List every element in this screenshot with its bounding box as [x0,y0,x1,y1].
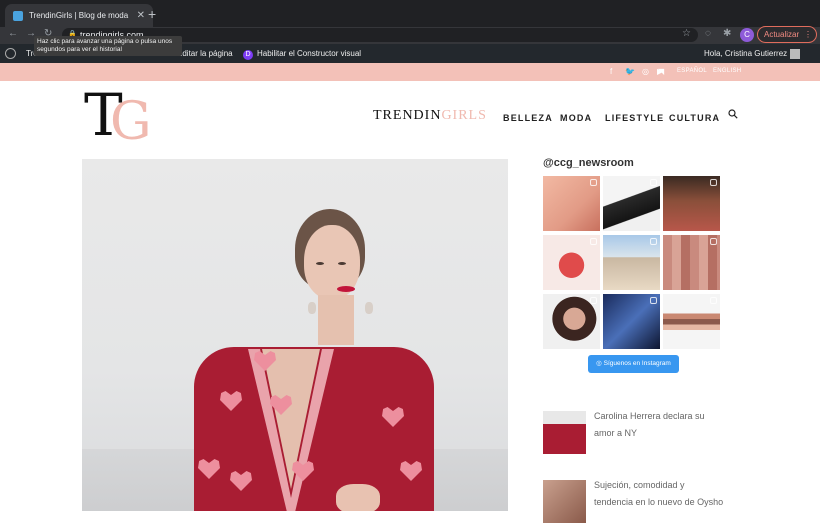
instagram-handle: @ccg_newsroom [543,157,634,169]
model-lips [337,286,355,292]
new-tab-button[interactable]: + [148,6,156,22]
instagram-icon [710,238,717,245]
close-icon[interactable]: ✕ [137,10,145,21]
model-eye-left [316,262,324,265]
site-topbar: f 🐦 ◎ ▶ ◥ ESPAÑOL ENGLISH [0,63,820,81]
wp-visual-builder-label: Habilitar el Constructor visual [257,49,362,58]
wp-visual-builder[interactable]: D Habilitar el Constructor visual [243,49,361,60]
model-hand [336,484,380,511]
instagram-icon [650,297,657,304]
site-header: T G TRENDINGIRLS BELLEZA MODA LIFESTYLE … [0,81,820,154]
rss-icon[interactable]: ◥ [658,67,664,76]
profile-avatar[interactable]: C [740,28,754,42]
brand-dark: TRENDIN [373,108,442,123]
post-thumbnail[interactable] [543,411,586,454]
instagram-photo[interactable] [543,235,600,290]
nav-lifestyle[interactable]: LIFESTYLE [605,113,664,123]
follow-label: Síguenos en Instagram [603,360,671,367]
instagram-icon: ◎ [596,360,604,367]
post-title-link[interactable]: Carolina Herrera declara su amor a NY [594,408,724,442]
instagram-icon[interactable]: ◎ [642,67,649,76]
update-label: Actualizar [764,30,800,39]
lang-spanish[interactable]: ESPAÑOL [677,68,707,74]
nav-moda[interactable]: MODA [560,113,592,123]
instagram-icon [590,297,597,304]
post-title-link[interactable]: Sujeción, comodidad y tendencia en lo nu… [594,477,724,511]
instagram-icon [650,179,657,186]
post-thumbnail[interactable] [543,480,586,523]
back-icon[interactable]: ← [8,28,18,39]
user-avatar [790,49,801,59]
instagram-photo[interactable] [543,294,600,349]
nav-cultura[interactable]: CULTURA [669,113,720,123]
wp-user-menu[interactable]: Hola, Cristina Gutierrez [704,49,801,59]
twitter-icon[interactable]: 🐦 [625,67,635,76]
wp-edit-page[interactable]: Editar la página [177,49,233,58]
instagram-icon [650,238,657,245]
divi-icon: D [243,50,253,60]
more-icon[interactable]: ⋮ [804,27,812,42]
instagram-photo[interactable] [663,235,720,290]
extension-status-icon[interactable]: ◌ [705,28,711,39]
browser-tab-strip: TrendinGirls | Blog de moda ✕ + [0,0,820,27]
instagram-icon [590,238,597,245]
instagram-icon [710,179,717,186]
wp-greeting: Hola, Cristina Gutierrez [704,49,788,59]
instagram-photo[interactable] [603,235,660,290]
search-icon[interactable] [728,109,738,119]
bookmark-star-icon[interactable]: ☆ [682,28,691,39]
instagram-photo[interactable] [603,176,660,231]
follow-instagram-button[interactable]: ◎ Síguenos en Instagram [588,355,679,373]
brand-pink: GIRLS [441,108,487,123]
brand-wordmark[interactable]: TRENDINGIRLS [373,108,487,124]
model-eye-right [338,262,346,265]
model-neck [318,295,354,345]
earring-right [365,302,373,314]
wordpress-logo-icon[interactable] [5,48,16,59]
logo-letter-g: G [110,92,152,152]
tab-title: TrendinGirls | Blog de moda [29,11,129,20]
facebook-icon[interactable]: f [610,67,612,76]
instagram-photo[interactable] [603,294,660,349]
browser-tab[interactable]: TrendinGirls | Blog de moda ✕ [5,4,153,27]
instagram-icon [710,297,717,304]
nav-belleza[interactable]: BELLEZA [503,113,553,123]
forward-tooltip: Haz clic para avanzar una página o pulsa… [34,36,182,56]
earring-left [308,302,316,314]
lang-english[interactable]: ENGLISH [713,68,741,74]
instagram-photo[interactable] [543,176,600,231]
update-button[interactable]: Actualizar ⋮ [757,26,817,43]
instagram-icon [590,179,597,186]
favicon-icon [13,10,23,21]
featured-image[interactable] [82,159,508,511]
instagram-photo[interactable] [663,294,720,349]
instagram-photo[interactable] [663,176,720,231]
extensions-puzzle-icon[interactable]: ✱ [723,28,731,39]
